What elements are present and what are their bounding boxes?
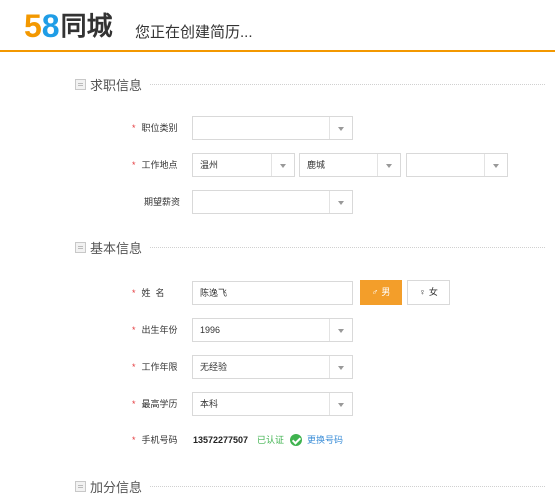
required-mark: * bbox=[132, 288, 136, 298]
gender-male-label: 男 bbox=[381, 287, 391, 297]
area-select[interactable] bbox=[406, 153, 508, 177]
gender-female-button[interactable]: ♀ 女 bbox=[407, 280, 450, 305]
chevron-down-icon bbox=[338, 403, 344, 407]
salary-label: 期望薪资 bbox=[144, 197, 181, 207]
required-mark: * bbox=[132, 160, 136, 170]
document-icon bbox=[75, 78, 86, 90]
phone-label: * 手机号码 bbox=[132, 428, 178, 452]
required-mark: * bbox=[132, 435, 136, 445]
salary-select[interactable] bbox=[192, 190, 353, 214]
job-category-select[interactable] bbox=[192, 116, 353, 140]
work-years-value: 无经验 bbox=[200, 362, 228, 372]
name-label-text: 姓 名 bbox=[141, 288, 165, 298]
chevron-down-icon bbox=[493, 164, 499, 168]
birth-year-label: * 出生年份 bbox=[132, 318, 178, 342]
education-select[interactable]: 本科 bbox=[192, 392, 353, 416]
page-title: 您正在创建简历... bbox=[135, 24, 253, 41]
logo-digit-8: 8 bbox=[41, 8, 60, 44]
chevron-down-icon bbox=[338, 201, 344, 205]
check-circle-icon bbox=[290, 434, 302, 446]
required-mark: * bbox=[132, 399, 136, 409]
education-label-text: 最高学历 bbox=[141, 399, 178, 409]
work-years-label-text: 工作年限 bbox=[141, 362, 178, 372]
phone-number: 13572277507 bbox=[193, 435, 249, 445]
logo-brand-text: 同城 bbox=[60, 11, 113, 41]
birth-year-value: 1996 bbox=[200, 325, 221, 335]
dropdown-arrow[interactable] bbox=[329, 393, 352, 415]
section-title: 求职信息 bbox=[90, 77, 143, 93]
district-value: 鹿城 bbox=[307, 160, 326, 170]
section-title: 加分信息 bbox=[90, 479, 143, 495]
section-title: 基本信息 bbox=[90, 240, 143, 256]
job-category-label: * 职位类别 bbox=[132, 116, 178, 140]
change-phone-link[interactable]: 更换号码 bbox=[307, 428, 343, 452]
required-mark: * bbox=[132, 362, 136, 372]
dropdown-arrow[interactable] bbox=[377, 154, 400, 176]
chevron-down-icon bbox=[386, 164, 392, 168]
document-icon bbox=[75, 241, 86, 253]
work-years-label: * 工作年限 bbox=[132, 355, 178, 379]
section-bonus-info: 加分信息 bbox=[75, 476, 545, 496]
education-value: 本科 bbox=[200, 399, 219, 409]
work-location-label: * 工作地点 bbox=[132, 153, 178, 177]
city-select[interactable]: 温州 bbox=[192, 153, 295, 177]
logo-digit-5: 5 bbox=[24, 8, 42, 44]
female-icon: ♀ bbox=[419, 287, 426, 297]
chevron-down-icon bbox=[338, 366, 344, 370]
dropdown-arrow[interactable] bbox=[329, 356, 352, 378]
dropdown-arrow[interactable] bbox=[329, 117, 352, 139]
section-basic-info: 基本信息 bbox=[75, 237, 545, 257]
section-divider bbox=[150, 485, 545, 487]
required-mark: * bbox=[132, 325, 136, 335]
dropdown-arrow[interactable] bbox=[484, 154, 507, 176]
dropdown-arrow[interactable] bbox=[329, 319, 352, 341]
birth-year-label-text: 出生年份 bbox=[141, 325, 178, 335]
dropdown-arrow[interactable] bbox=[329, 191, 352, 213]
work-location-label-text: 工作地点 bbox=[141, 160, 178, 170]
district-select[interactable]: 鹿城 bbox=[299, 153, 401, 177]
chevron-down-icon bbox=[338, 329, 344, 333]
male-icon: ♂ bbox=[371, 287, 379, 297]
education-label: * 最高学历 bbox=[132, 392, 178, 416]
chevron-down-icon bbox=[280, 164, 286, 168]
city-value: 温州 bbox=[200, 160, 219, 170]
chevron-down-icon bbox=[338, 127, 344, 131]
section-job-info: 求职信息 bbox=[75, 74, 545, 94]
dropdown-arrow[interactable] bbox=[271, 154, 294, 176]
gender-male-button[interactable]: ♂ 男 bbox=[360, 280, 402, 305]
required-mark: * bbox=[132, 123, 136, 133]
job-category-label-text: 职位类别 bbox=[141, 123, 178, 133]
document-icon bbox=[75, 480, 86, 492]
header: 5 8 同城 您正在创建简历... bbox=[0, 0, 555, 52]
logo[interactable]: 5 8 同城 bbox=[24, 8, 113, 44]
work-years-select[interactable]: 无经验 bbox=[192, 355, 353, 379]
name-input[interactable]: 陈逸飞 bbox=[192, 281, 353, 305]
phone-label-text: 手机号码 bbox=[141, 435, 178, 445]
birth-year-select[interactable]: 1996 bbox=[192, 318, 353, 342]
gender-female-label: 女 bbox=[428, 287, 438, 297]
section-divider bbox=[150, 83, 545, 85]
name-label: * 姓 名 bbox=[132, 281, 165, 305]
verified-status: 已认证 bbox=[257, 435, 285, 445]
section-divider bbox=[150, 246, 545, 248]
